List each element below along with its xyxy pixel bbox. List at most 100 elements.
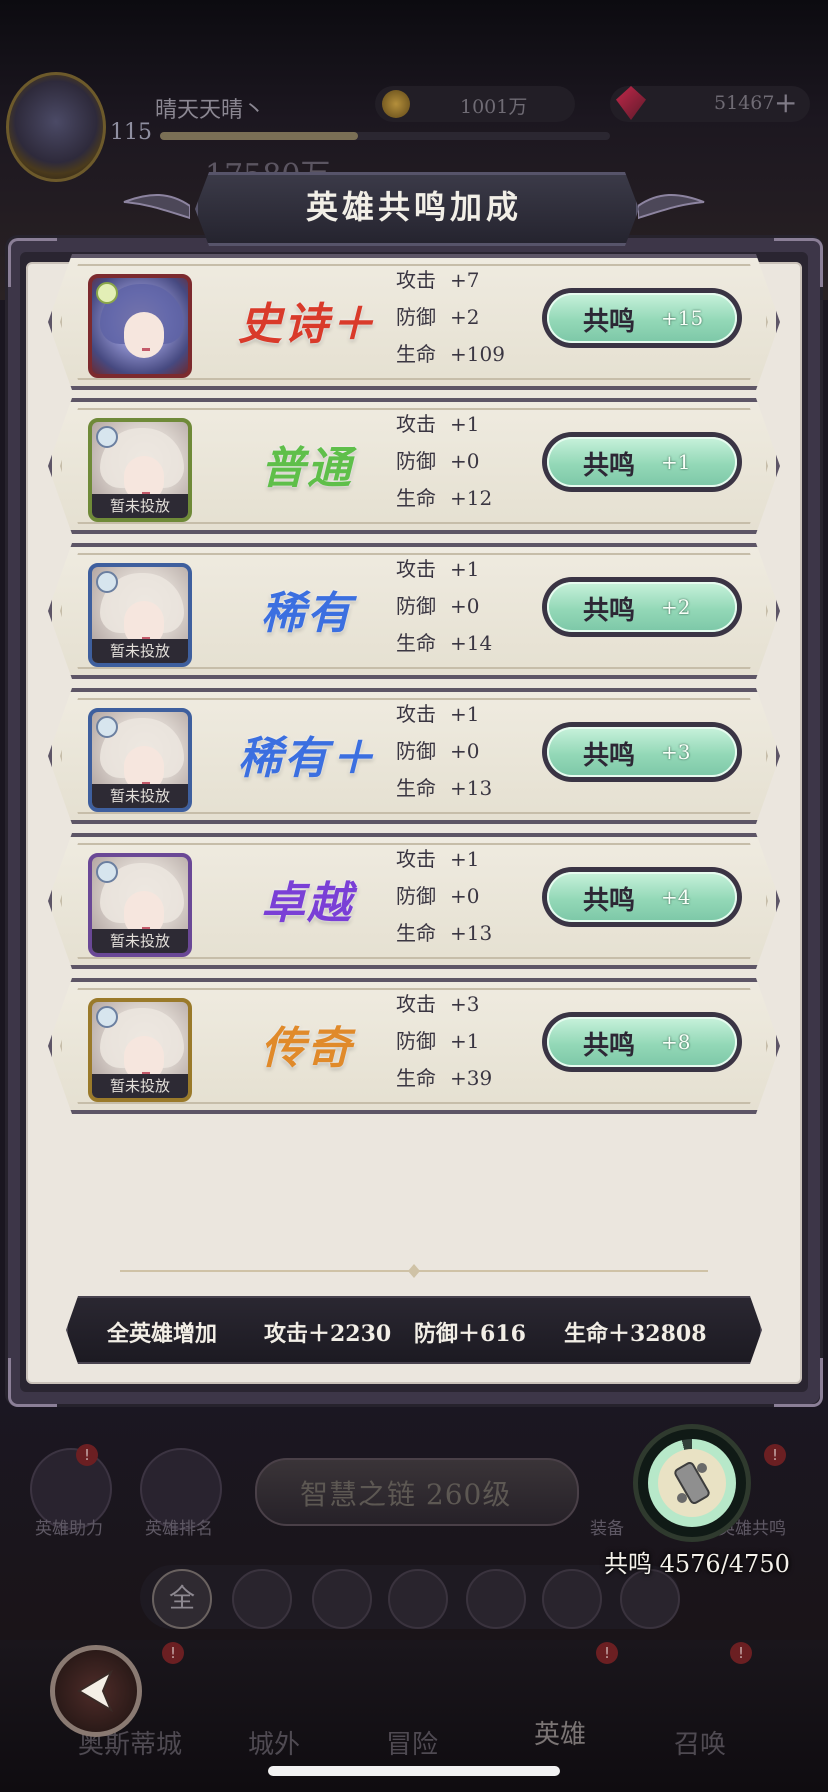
notice-badge: ! xyxy=(162,1642,184,1664)
stat-defense-label: 防御 xyxy=(396,305,436,329)
tab-outside[interactable]: 城外 xyxy=(204,1724,344,1761)
rarity-label: 普通 xyxy=(261,443,353,494)
filter-staff-icon[interactable] xyxy=(542,1569,602,1629)
filter-all-button[interactable]: 全 xyxy=(152,1569,212,1629)
tab-heroes[interactable]: 英雄 xyxy=(490,1714,630,1751)
hero-lip xyxy=(142,348,150,351)
add-gems-icon[interactable]: + xyxy=(774,86,797,119)
modal-title: 英雄共鸣加成 xyxy=(305,188,522,226)
stat-defense-label: 防御 xyxy=(396,1029,436,1053)
stat-hp-value: +14 xyxy=(450,631,493,655)
hero-portrait[interactable]: 暂未投放 xyxy=(88,853,192,957)
tab-adventure[interactable]: 冒险 xyxy=(342,1724,482,1761)
resonance-button[interactable]: 共鸣 +2 xyxy=(542,577,742,637)
totals-hp: 生命＋32808 xyxy=(564,1321,707,1347)
stat-list: 攻击 +1 防御 +0 生命 +13 xyxy=(396,696,492,807)
resonance-button-label: 共鸣 xyxy=(583,451,636,481)
resonance-button-face: 共鸣 +4 xyxy=(547,872,737,922)
home-indicator xyxy=(268,1766,560,1776)
notice-badge: ! xyxy=(730,1642,752,1664)
stat-hp: 生命 +13 xyxy=(396,915,492,952)
stat-hp-label: 生命 xyxy=(396,342,436,366)
corner-ornament xyxy=(774,1358,823,1407)
totals-defense: 防御＋616 xyxy=(414,1321,526,1347)
resonance-button-face: 共鸣 +15 xyxy=(547,293,737,343)
stat-attack-value: +7 xyxy=(450,268,480,292)
gold-coin-icon xyxy=(382,90,410,118)
rarity-badge-icon xyxy=(96,861,118,883)
resonance-button-face: 共鸣 +3 xyxy=(547,727,737,777)
stat-attack: 攻击 +3 xyxy=(396,986,492,1023)
stat-attack-label: 攻击 xyxy=(396,268,436,292)
stat-hp: 生命 +39 xyxy=(396,1060,492,1097)
filter-bow-icon[interactable] xyxy=(466,1569,526,1629)
stat-defense: 防御 +0 xyxy=(396,443,492,480)
xp-bar xyxy=(160,132,610,140)
stat-attack-label: 攻击 xyxy=(396,992,436,1016)
resonance-row: 暂未投放 稀有 攻击 +1 防御 +0 生命 +14 共鸣 +2 xyxy=(34,537,794,685)
player-level: 115 xyxy=(110,120,152,145)
scroll-icon xyxy=(674,1462,710,1504)
hero-portrait[interactable] xyxy=(88,274,192,378)
stat-list: 攻击 +1 防御 +0 生命 +12 xyxy=(396,406,492,517)
stat-attack-value: +3 xyxy=(450,992,480,1016)
stat-attack-value: +1 xyxy=(450,412,480,436)
resonance-button[interactable]: 共鸣 +1 xyxy=(542,432,742,492)
stat-hp: 生命 +12 xyxy=(396,480,492,517)
resonance-button-value: +3 xyxy=(661,740,691,764)
stat-defense-value: +0 xyxy=(450,884,480,908)
stat-hp-value: +12 xyxy=(450,486,493,510)
resonance-button-face: 共鸣 +8 xyxy=(547,1017,737,1067)
resonance-button-label: 共鸣 xyxy=(583,1031,636,1061)
stat-attack-label: 攻击 xyxy=(396,557,436,581)
hero-portrait[interactable]: 暂未投放 xyxy=(88,418,192,522)
stat-defense-value: +0 xyxy=(450,739,480,763)
player-avatar[interactable] xyxy=(6,72,106,182)
rarity-badge-icon xyxy=(96,426,118,448)
back-arrow-icon xyxy=(77,1669,114,1713)
resonance-button-value: +4 xyxy=(661,885,691,909)
totals-label: 全英雄增加 xyxy=(107,1321,218,1347)
tab-summon[interactable]: 召唤 xyxy=(630,1724,770,1761)
stat-hp: 生命 +13 xyxy=(396,770,492,807)
stat-attack-value: +1 xyxy=(450,847,480,871)
stat-defense: 防御 +2 xyxy=(396,299,505,336)
stat-hp: 生命 +109 xyxy=(396,336,505,373)
resonance-button[interactable]: 共鸣 +3 xyxy=(542,722,742,782)
resonance-row: 史诗＋ 攻击 +7 防御 +2 生命 +109 共鸣 +15 xyxy=(34,248,794,396)
stat-attack-value: +1 xyxy=(450,557,480,581)
stat-attack: 攻击 +1 xyxy=(396,551,492,588)
stat-attack-value: +1 xyxy=(450,702,480,726)
unplaced-label: 暂未投放 xyxy=(92,639,188,663)
filter-sword-icon[interactable] xyxy=(312,1569,372,1629)
resonance-row: 暂未投放 普通 攻击 +1 防御 +0 生命 +12 共鸣 +1 xyxy=(34,392,794,540)
stat-hp: 生命 +14 xyxy=(396,625,492,662)
equipment-label-text: 装备 xyxy=(590,1519,624,1539)
hero-portrait[interactable]: 暂未投放 xyxy=(88,708,192,812)
stat-attack: 攻击 +7 xyxy=(396,262,505,299)
resonance-button-label: 共鸣 xyxy=(583,596,636,626)
title-wing-ornament xyxy=(123,193,190,220)
hero-portrait[interactable]: 暂未投放 xyxy=(88,998,192,1102)
filter-axe-icon[interactable] xyxy=(388,1569,448,1629)
stat-hp-value: +109 xyxy=(450,342,505,366)
stat-list: 攻击 +1 防御 +0 生命 +13 xyxy=(396,841,492,952)
rarity-label: 卓越 xyxy=(261,878,353,929)
resonance-button[interactable]: 共鸣 +15 xyxy=(542,288,742,348)
notice-badge: ! xyxy=(596,1642,618,1664)
stat-hp-value: +13 xyxy=(450,921,493,945)
hero-portrait[interactable]: 暂未投放 xyxy=(88,563,192,667)
resonance-button[interactable]: 共鸣 +4 xyxy=(542,867,742,927)
unplaced-label: 暂未投放 xyxy=(92,784,188,808)
stat-defense-value: +0 xyxy=(450,449,480,473)
resonance-button[interactable]: 共鸣 +8 xyxy=(542,1012,742,1072)
stat-defense-value: +1 xyxy=(450,1029,480,1053)
stat-list: 攻击 +1 防御 +0 生命 +14 xyxy=(396,551,492,662)
resonance-button-label: 共鸣 xyxy=(583,307,636,337)
stat-attack: 攻击 +1 xyxy=(396,841,492,878)
resonance-button-face: 共鸣 +2 xyxy=(547,582,737,632)
back-button[interactable] xyxy=(50,1645,142,1737)
stat-hp-label: 生命 xyxy=(396,1066,436,1090)
stat-defense: 防御 +0 xyxy=(396,878,492,915)
filter-shield-icon[interactable] xyxy=(232,1569,292,1629)
